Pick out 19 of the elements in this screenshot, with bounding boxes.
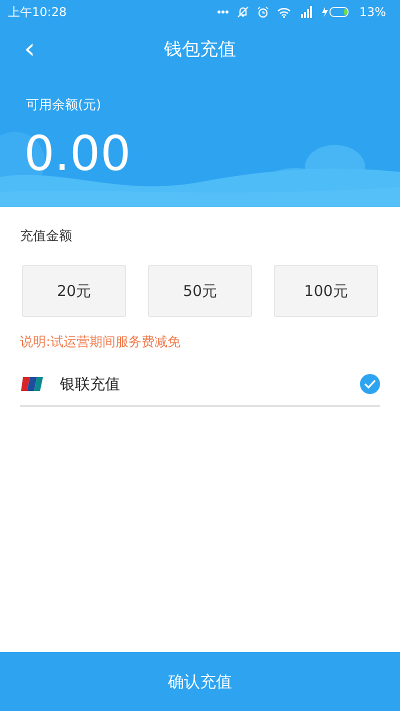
wifi-icon xyxy=(277,6,292,18)
battery-icon xyxy=(321,6,352,18)
section-label: 充值金额 xyxy=(20,228,72,246)
balance-amount: 0.00 xyxy=(24,130,131,178)
check-icon[interactable] xyxy=(360,374,380,394)
signal-icon xyxy=(299,6,314,18)
amount-option[interactable]: 20元 xyxy=(22,265,126,317)
status-time: 上午10:28 xyxy=(8,4,67,21)
notice-text: 说明:试运营期间服务费减免 xyxy=(20,334,180,352)
amount-option[interactable]: 50元 xyxy=(148,265,252,317)
alarm-icon xyxy=(257,6,270,18)
amount-option[interactable]: 100元 xyxy=(274,265,378,317)
payment-label: 银联充值 xyxy=(60,374,121,395)
mute-icon xyxy=(237,6,250,18)
balance-label: 可用余额(元) xyxy=(26,97,102,115)
battery-percentage: 13% xyxy=(359,4,386,21)
page-title: 钱包充值 xyxy=(164,38,236,60)
card-logo-icon xyxy=(20,376,44,392)
more-icon xyxy=(217,10,230,14)
